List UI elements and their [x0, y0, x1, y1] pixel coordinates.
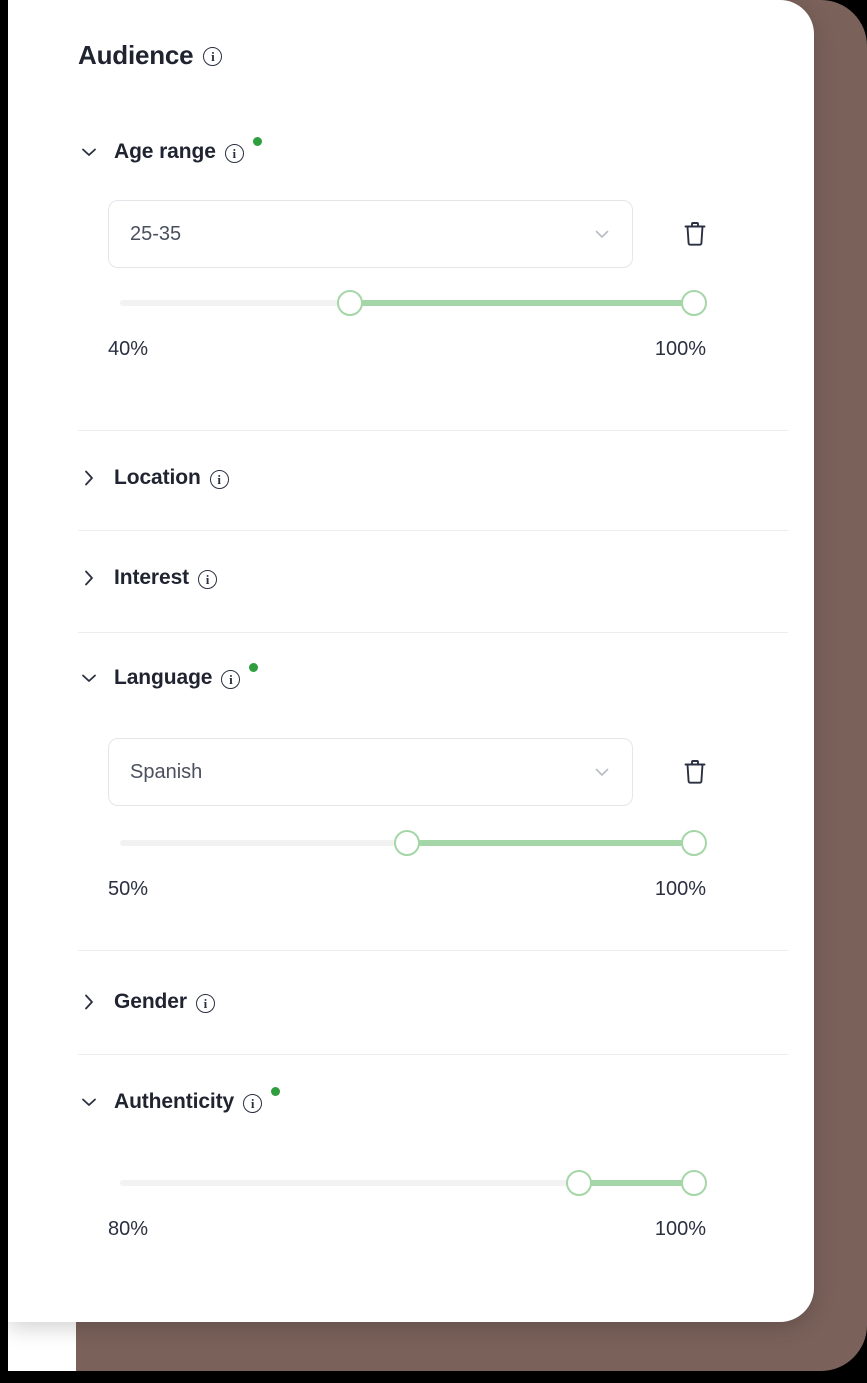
chevron-down-icon[interactable] [592, 224, 612, 244]
slider-handle-upper-language[interactable] [681, 830, 707, 856]
slider-fill-age-range [349, 300, 694, 306]
slider-min-label-authenticity: 80% [108, 1218, 149, 1240]
section-divider [78, 430, 788, 431]
section-divider [78, 1054, 788, 1055]
slider-labels-language: 50% 100% [108, 878, 706, 901]
select-value-language: Spanish [130, 760, 203, 783]
slider-min-label-language: 50% [108, 878, 149, 900]
section-divider [78, 530, 788, 531]
slider-handle-upper-age-range[interactable] [681, 290, 707, 316]
slider-handle-upper-authenticity[interactable] [681, 1170, 707, 1196]
section-header-interest[interactable]: Interest [78, 566, 218, 590]
info-circle-icon[interactable] [243, 1093, 263, 1113]
slider-handle-lower-age-range[interactable] [336, 290, 363, 316]
section-label-location: Location [114, 466, 201, 489]
delete-language-button[interactable] [679, 756, 711, 788]
slider-handle-lower-authenticity[interactable] [566, 1170, 593, 1196]
info-circle-icon[interactable] [198, 569, 218, 589]
section-label-authenticity: Authenticity [114, 1090, 235, 1113]
slider-fill-language [407, 840, 694, 846]
slider-labels-age-range: 40% 100% [108, 338, 706, 361]
section-label-interest: Interest [114, 566, 190, 589]
delete-age-range-button[interactable] [679, 218, 711, 250]
chevron-right-icon[interactable] [78, 991, 100, 1013]
chevron-down-icon[interactable] [592, 762, 612, 782]
chevron-down-icon[interactable] [78, 141, 100, 163]
slider-handle-lower-language[interactable] [394, 830, 420, 856]
select-row-age-range: 25-35 [108, 200, 711, 268]
page-title: Audience [78, 40, 223, 71]
section-label-age-range: Age range [114, 140, 216, 163]
section-header-authenticity[interactable]: Authenticity [78, 1087, 281, 1114]
section-header-age-range[interactable]: Age range [78, 137, 262, 164]
select-value-age-range: 25-35 [130, 222, 182, 245]
section-divider [78, 632, 788, 633]
select-age-range[interactable]: 25-35 [108, 200, 633, 268]
slider-fill-authenticity [579, 1180, 694, 1186]
chevron-down-icon[interactable] [78, 667, 100, 689]
info-circle-icon[interactable] [195, 993, 215, 1013]
section-label-gender: Gender [114, 990, 187, 1013]
slider-max-label-authenticity: 100% [654, 1218, 706, 1240]
page-title-text: Audience [78, 40, 194, 70]
audience-filter-card: Audience Age range 25-35 40% 100% Location In… [8, 0, 814, 1322]
section-label-language: Language [114, 666, 213, 689]
section-header-language[interactable]: Language [78, 663, 259, 690]
info-circle-icon[interactable] [203, 47, 223, 66]
info-circle-icon[interactable] [224, 143, 244, 163]
section-divider [78, 950, 788, 951]
slider-max-label-language: 100% [654, 878, 706, 900]
chevron-right-icon[interactable] [78, 567, 100, 589]
audience-filter-body: Audience Age range 25-35 40% 100% Location In… [8, 0, 814, 1322]
select-language[interactable]: Spanish [108, 738, 633, 806]
info-circle-icon[interactable] [209, 469, 229, 489]
status-badge-active [271, 1087, 281, 1096]
slider-labels-authenticity: 80% 100% [108, 1218, 706, 1241]
chevron-down-icon[interactable] [78, 1091, 100, 1113]
section-header-gender[interactable]: Gender [78, 990, 215, 1014]
info-circle-icon[interactable] [221, 669, 241, 689]
slider-max-label-age-range: 100% [654, 338, 706, 360]
chevron-right-icon[interactable] [78, 467, 100, 489]
select-row-language: Spanish [108, 738, 711, 806]
section-header-location[interactable]: Location [78, 466, 229, 490]
status-badge-active [249, 663, 259, 672]
slider-min-label-age-range: 40% [108, 338, 149, 360]
range-slider-language[interactable] [120, 828, 707, 858]
range-slider-age-range[interactable] [120, 288, 707, 318]
range-slider-authenticity[interactable] [120, 1168, 707, 1198]
status-badge-active [252, 137, 262, 146]
